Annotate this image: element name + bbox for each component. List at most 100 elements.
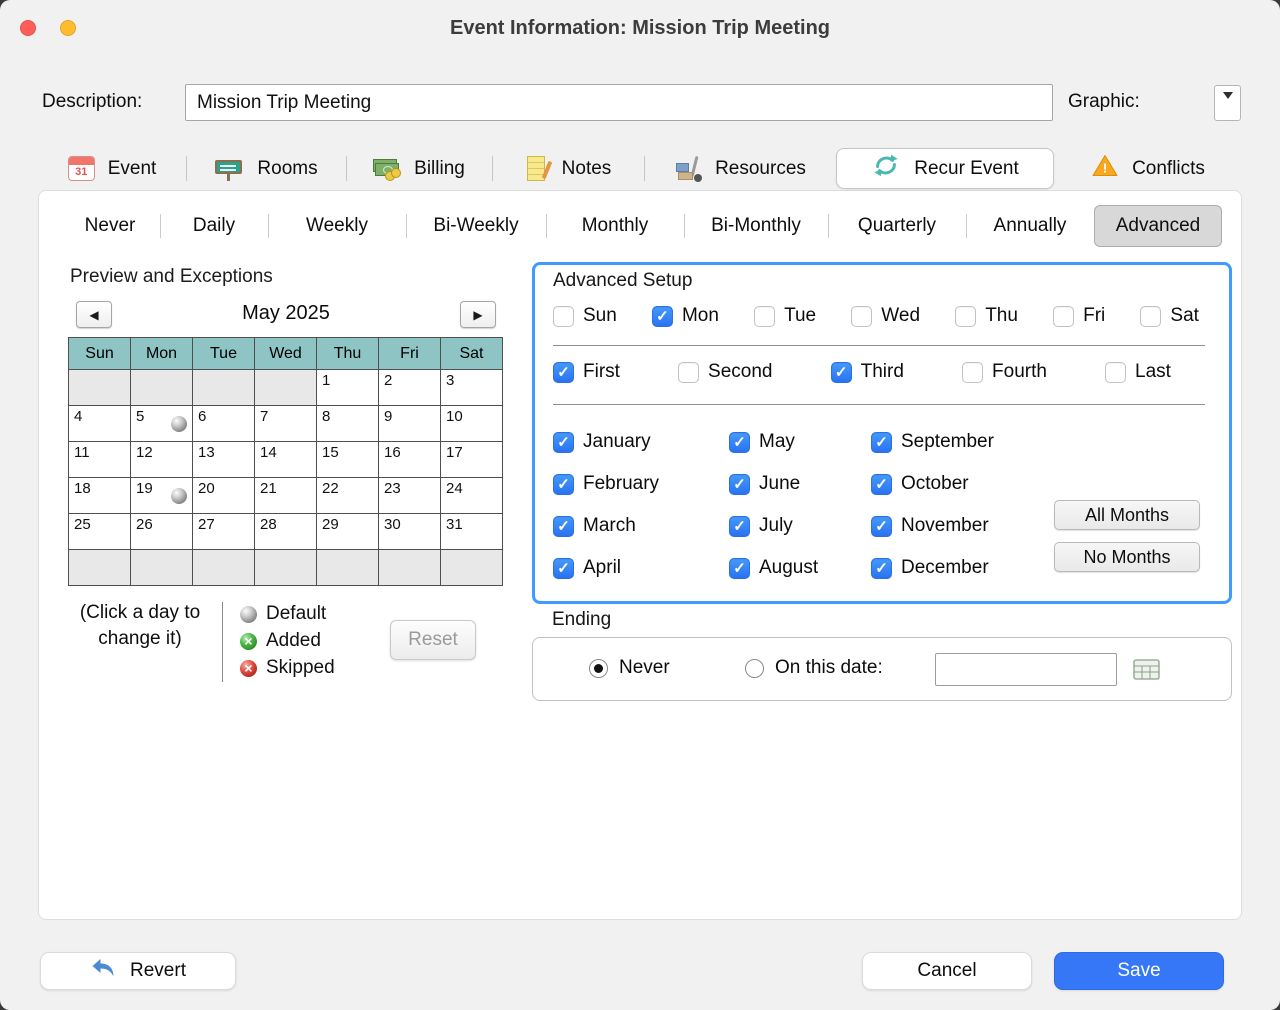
- recurrence-tab-bi-monthly[interactable]: Bi-Monthly: [684, 205, 828, 247]
- calendar-day[interactable]: 10: [441, 406, 503, 442]
- calendar-day[interactable]: 3: [441, 370, 503, 406]
- checkbox[interactable]: [871, 432, 892, 453]
- checkbox[interactable]: [652, 306, 673, 327]
- calendar-day[interactable]: 12: [131, 442, 193, 478]
- weekday-checkbox-fri[interactable]: Fri: [1053, 305, 1105, 327]
- calendar-day[interactable]: 16: [379, 442, 441, 478]
- calendar-day[interactable]: 18: [69, 478, 131, 514]
- tab-conflicts[interactable]: ! Conflicts: [1054, 148, 1242, 189]
- recurrence-tab-advanced[interactable]: Advanced: [1094, 205, 1222, 247]
- checkbox[interactable]: [871, 558, 892, 579]
- prev-month-button[interactable]: ◀: [76, 301, 112, 328]
- checkbox[interactable]: [553, 558, 574, 579]
- calendar-day[interactable]: 7: [255, 406, 317, 442]
- weekday-checkbox-tue[interactable]: Tue: [754, 305, 816, 327]
- month-checkbox-march[interactable]: March: [553, 515, 729, 537]
- cancel-button[interactable]: Cancel: [862, 952, 1032, 990]
- checkbox[interactable]: [553, 516, 574, 537]
- tab-notes[interactable]: Notes: [492, 148, 644, 189]
- checkbox[interactable]: [553, 432, 574, 453]
- calendar-day[interactable]: 17: [441, 442, 503, 478]
- calendar-day[interactable]: 4: [69, 406, 131, 442]
- month-checkbox-december[interactable]: December: [871, 557, 1081, 579]
- weekday-checkbox-sun[interactable]: Sun: [553, 305, 617, 327]
- calendar-day[interactable]: 20: [193, 478, 255, 514]
- ordinal-checkbox-fourth[interactable]: Fourth: [962, 361, 1047, 383]
- calendar-day[interactable]: 23: [379, 478, 441, 514]
- checkbox[interactable]: [851, 306, 872, 327]
- recurrence-tab-weekly[interactable]: Weekly: [268, 205, 406, 247]
- month-checkbox-february[interactable]: February: [553, 473, 729, 495]
- checkbox[interactable]: [553, 306, 574, 327]
- month-checkbox-april[interactable]: April: [553, 557, 729, 579]
- month-checkbox-may[interactable]: May: [729, 431, 871, 453]
- checkbox[interactable]: [871, 474, 892, 495]
- calendar-day[interactable]: 8: [317, 406, 379, 442]
- month-checkbox-july[interactable]: July: [729, 515, 871, 537]
- no-months-button[interactable]: No Months: [1054, 542, 1200, 572]
- reset-button[interactable]: Reset: [390, 620, 476, 660]
- calendar-day[interactable]: 29: [317, 514, 379, 550]
- calendar-day[interactable]: 1: [317, 370, 379, 406]
- checkbox[interactable]: [553, 474, 574, 495]
- ordinal-checkbox-last[interactable]: Last: [1105, 361, 1171, 383]
- recurrence-tab-monthly[interactable]: Monthly: [546, 205, 684, 247]
- month-checkbox-june[interactable]: June: [729, 473, 871, 495]
- all-months-button[interactable]: All Months: [1054, 500, 1200, 530]
- checkbox[interactable]: [678, 362, 699, 383]
- checkbox[interactable]: [1140, 306, 1161, 327]
- ordinal-checkbox-first[interactable]: First: [553, 361, 620, 383]
- tab-rooms[interactable]: Rooms: [186, 148, 346, 189]
- checkbox[interactable]: [831, 362, 852, 383]
- calendar-day[interactable]: 13: [193, 442, 255, 478]
- month-checkbox-september[interactable]: September: [871, 431, 1081, 453]
- recurrence-tab-quarterly[interactable]: Quarterly: [828, 205, 966, 247]
- tab-resources[interactable]: Resources: [644, 148, 836, 189]
- month-checkbox-november[interactable]: November: [871, 515, 1081, 537]
- calendar-day[interactable]: 9: [379, 406, 441, 442]
- checkbox[interactable]: [955, 306, 976, 327]
- description-input[interactable]: [185, 84, 1053, 121]
- checkbox[interactable]: [962, 362, 983, 383]
- calendar-day[interactable]: 24: [441, 478, 503, 514]
- checkbox[interactable]: [729, 558, 750, 579]
- calendar-day[interactable]: 31: [441, 514, 503, 550]
- ordinal-checkbox-second[interactable]: Second: [678, 361, 772, 383]
- next-month-button[interactable]: ▶: [460, 301, 496, 328]
- recurrence-tab-annually[interactable]: Annually: [966, 205, 1094, 247]
- ending-on-date-radio[interactable]: [745, 659, 764, 678]
- recurrence-tab-never[interactable]: Never: [60, 205, 160, 247]
- calendar-day-with-event[interactable]: 19: [131, 478, 193, 514]
- checkbox[interactable]: [1053, 306, 1074, 327]
- save-button[interactable]: Save: [1054, 952, 1224, 990]
- recurrence-tab-daily[interactable]: Daily: [160, 205, 268, 247]
- calendar-day[interactable]: 14: [255, 442, 317, 478]
- checkbox[interactable]: [1105, 362, 1126, 383]
- checkbox[interactable]: [729, 432, 750, 453]
- month-checkbox-august[interactable]: August: [729, 557, 871, 579]
- close-button[interactable]: [20, 20, 36, 36]
- tab-billing[interactable]: Billing: [346, 148, 492, 189]
- revert-button[interactable]: Revert: [40, 952, 236, 990]
- calendar-day[interactable]: 2: [379, 370, 441, 406]
- weekday-checkbox-wed[interactable]: Wed: [851, 305, 920, 327]
- calendar-day[interactable]: 21: [255, 478, 317, 514]
- calendar-day[interactable]: 15: [317, 442, 379, 478]
- checkbox[interactable]: [754, 306, 775, 327]
- graphic-dropdown-button[interactable]: [1214, 85, 1241, 121]
- checkbox[interactable]: [871, 516, 892, 537]
- ending-never-radio[interactable]: [589, 659, 608, 678]
- checkbox[interactable]: [729, 516, 750, 537]
- checkbox[interactable]: [553, 362, 574, 383]
- calendar-day[interactable]: 28: [255, 514, 317, 550]
- ending-date-input[interactable]: [935, 653, 1117, 686]
- weekday-checkbox-sat[interactable]: Sat: [1140, 305, 1199, 327]
- month-checkbox-october[interactable]: October: [871, 473, 1081, 495]
- calendar-day-with-event[interactable]: 5: [131, 406, 193, 442]
- date-picker-calendar-icon[interactable]: [1133, 658, 1161, 686]
- calendar-day[interactable]: 27: [193, 514, 255, 550]
- tab-recur-event[interactable]: Recur Event: [836, 148, 1054, 189]
- weekday-checkbox-mon[interactable]: Mon: [652, 305, 719, 327]
- minimize-button[interactable]: [60, 20, 76, 36]
- weekday-checkbox-thu[interactable]: Thu: [955, 305, 1018, 327]
